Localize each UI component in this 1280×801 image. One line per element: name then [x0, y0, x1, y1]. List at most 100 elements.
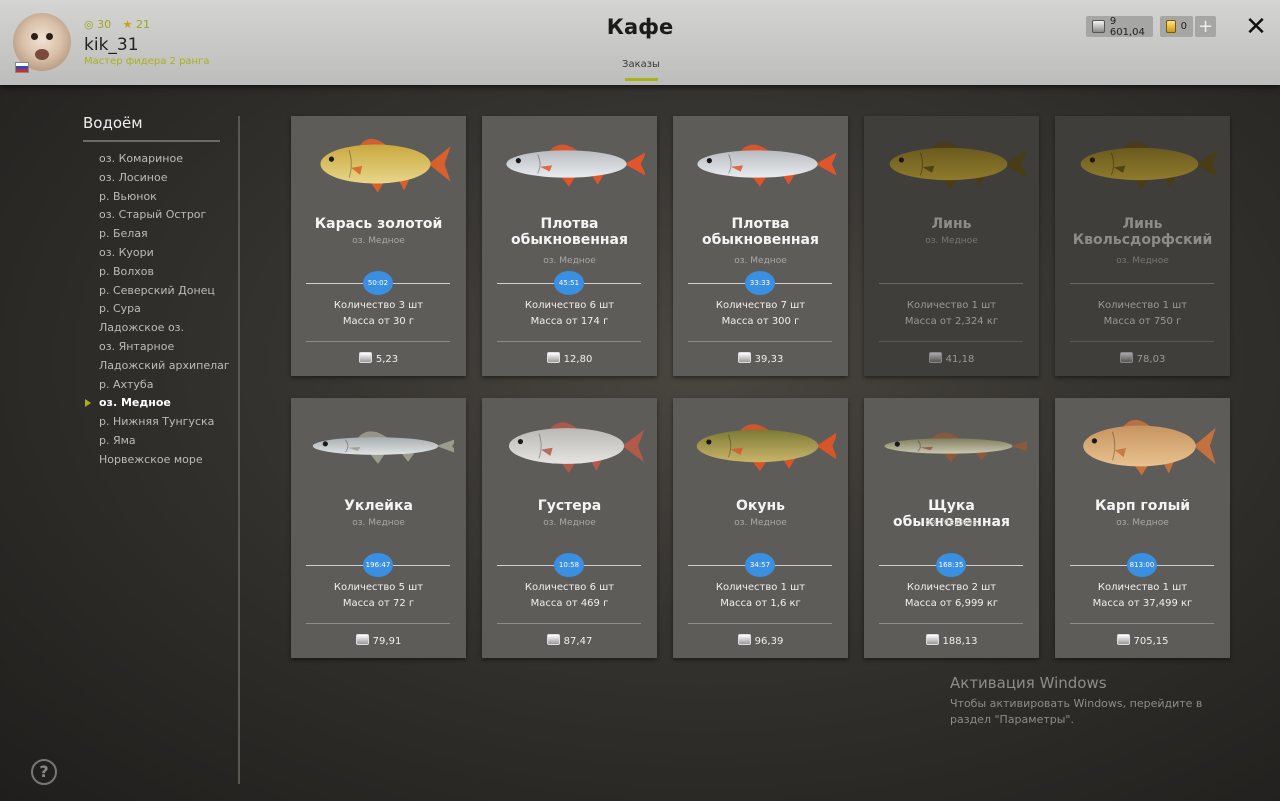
sidebar-item-label: р. Сура: [99, 302, 141, 316]
sidebar-item[interactable]: р. Белая: [99, 225, 230, 244]
roach-icon: [494, 128, 647, 194]
sidebar-item[interactable]: р. Вьюнок: [99, 188, 230, 207]
silver-amount: 9 601,04: [1109, 15, 1145, 38]
order-price-value: 12,80: [563, 354, 593, 365]
order-card[interactable]: Линь оз. Медное Количество 1 шт Масса от…: [864, 116, 1039, 376]
fish-location: оз. Медное: [543, 518, 596, 528]
order-price-value: 188,13: [942, 636, 978, 647]
sidebar-item[interactable]: Ладожский архипелаг: [99, 357, 230, 376]
order-price: 41,18: [864, 352, 1039, 365]
sidebar-item[interactable]: оз. Комариное: [99, 150, 230, 169]
sidebar-item[interactable]: оз. Медное: [85, 394, 230, 413]
sidebar-scrollbar[interactable]: [238, 116, 240, 784]
order-quantity: Количество 1 шт: [1097, 300, 1188, 311]
sidebar-item[interactable]: Ладожское оз.: [99, 319, 230, 338]
sidebar-item-label: р. Северский Донец: [99, 283, 215, 297]
order-card[interactable]: Карась золотой оз. Медное 50:02 Количест…: [291, 116, 466, 376]
sidebar-item-label: р. Белая: [99, 227, 148, 241]
sidebar-title: Водоём: [83, 114, 143, 132]
sidebar-item[interactable]: р. Нижняя Тунгуска: [99, 413, 230, 432]
waterbody-list: оз. Комариное оз. Лосиное р. Вьюнок оз. Ста…: [85, 150, 230, 470]
card-divider: [497, 341, 641, 342]
card-divider: [306, 623, 450, 624]
order-quantity: Количество 1 шт: [1097, 582, 1188, 593]
order-timer: 50:02: [363, 271, 393, 295]
order-quantity: Количество 7 шт: [715, 300, 806, 311]
close-icon[interactable]: ✕: [1242, 12, 1270, 42]
tab-orders[interactable]: Заказы: [611, 59, 671, 70]
sidebar-item-label: оз. Куори: [99, 245, 154, 259]
sidebar-item[interactable]: р. Северский Донец: [99, 282, 230, 301]
order-card[interactable]: Плотва обыкновенная оз. Медное 33:33 Кол…: [673, 116, 848, 376]
silver-coin-icon: [925, 634, 939, 645]
bleak-icon: [303, 410, 459, 476]
sidebar-item[interactable]: р. Волхов: [99, 263, 230, 282]
player-rank: Мастер фидера 2 ранга: [84, 56, 210, 67]
sidebar-item[interactable]: р. Яма: [99, 432, 230, 451]
sidebar-item[interactable]: р. Сура: [99, 300, 230, 319]
sidebar-item[interactable]: оз. Старый Острог: [99, 206, 230, 225]
order-price: 87,47: [482, 634, 657, 647]
pike-icon: [876, 410, 1033, 476]
order-mass: Масса от 750 г: [1103, 316, 1182, 327]
card-divider: [879, 341, 1023, 342]
order-timer: 33:33: [745, 271, 775, 295]
order-card[interactable]: Щука обыкновенная оз. Медное 168:35 Коли…: [864, 398, 1039, 658]
fish-name: Линь Квольсдорфский: [1072, 216, 1213, 248]
order-timer: 45:51: [554, 271, 584, 295]
order-quantity: Количество 6 шт: [524, 582, 615, 593]
sidebar-item-label: р. Ахтуба: [99, 377, 154, 391]
sidebar-item[interactable]: оз. Куори: [99, 244, 230, 263]
sidebar-item[interactable]: оз. Лосиное: [99, 169, 230, 188]
silver-balance: 9 601,04: [1086, 15, 1153, 38]
order-card[interactable]: Густера оз. Медное 10:58 Количество 6 шт…: [482, 398, 657, 658]
silver-coin-icon: [928, 352, 942, 363]
order-price: 12,80: [482, 352, 657, 365]
fish-location: оз. Медное: [925, 518, 978, 528]
silver-coin-icon: [546, 352, 560, 363]
fish-location: оз. Медное: [734, 518, 787, 528]
order-card[interactable]: Плотва обыкновенная оз. Медное 45:51 Кол…: [482, 116, 657, 376]
fish-location: оз. Медное: [543, 256, 596, 266]
card-divider: [1070, 623, 1214, 624]
order-quantity: Количество 3 шт: [333, 300, 424, 311]
gold-amount: 0: [1180, 21, 1187, 32]
order-card[interactable]: Линь Квольсдорфский оз. Медное Количеств…: [1055, 116, 1230, 376]
order-card[interactable]: Уклейка оз. Медное 196:47 Количество 5 ш…: [291, 398, 466, 658]
silver-coin-icon: [737, 634, 751, 645]
fish-name: Плотва обыкновенная: [511, 216, 628, 248]
order-mass: Масса от 6,999 кг: [904, 598, 999, 609]
silver-coin-icon: [1119, 352, 1133, 363]
order-price-value: 96,39: [754, 636, 784, 647]
order-card[interactable]: Карп голый оз. Медное 813:00 Количество …: [1055, 398, 1230, 658]
buy-gold-button[interactable]: +: [1195, 16, 1216, 37]
order-quantity: Количество 6 шт: [524, 300, 615, 311]
sidebar-item-label: Ладожский архипелаг: [99, 358, 230, 372]
order-price: 188,13: [864, 634, 1039, 647]
sidebar-item[interactable]: р. Ахтуба: [99, 376, 230, 395]
order-price: 705,15: [1055, 634, 1230, 647]
silver-coin-icon: [546, 634, 560, 645]
card-divider: [1070, 341, 1214, 342]
sidebar-item-label: Ладожское оз.: [99, 321, 185, 335]
order-timer: 168:35: [936, 553, 966, 577]
sidebar-item-label: оз. Старый Острог: [99, 208, 207, 222]
order-mass: Масса от 2,324 кг: [904, 316, 999, 327]
silver-bream-icon: [494, 410, 645, 476]
silver-coin-icon: [1092, 20, 1105, 33]
card-divider: [306, 341, 450, 342]
sidebar-item[interactable]: Норвежское море: [99, 451, 230, 470]
order-mass: Масса от 72 г: [342, 598, 415, 609]
help-icon[interactable]: ?: [31, 759, 57, 785]
order-timer: 196:47: [363, 553, 393, 577]
silver-coin-icon: [358, 352, 372, 363]
card-divider: [497, 623, 641, 624]
avatar-mouth: [35, 49, 49, 60]
sidebar-item[interactable]: оз. Янтарное: [99, 338, 230, 357]
card-divider: [688, 341, 832, 342]
sidebar-item-label: р. Вьюнок: [99, 189, 157, 203]
leather-carp-icon: [1067, 410, 1218, 476]
order-card[interactable]: Окунь оз. Медное 34:57 Количество 1 шт М…: [673, 398, 848, 658]
order-timer: 34:57: [745, 553, 775, 577]
sidebar-item-label: оз. Медное: [99, 396, 171, 410]
